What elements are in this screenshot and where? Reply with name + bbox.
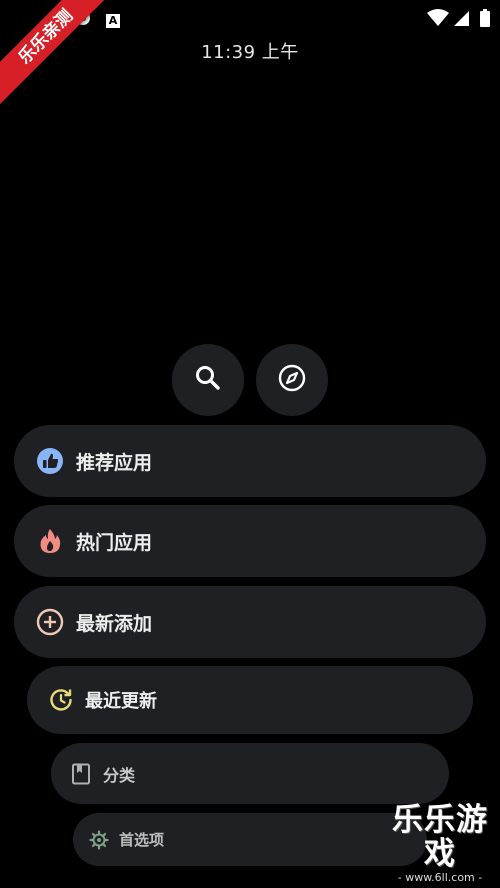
- menu-item-label: 首选项: [119, 831, 165, 849]
- search-button[interactable]: [172, 344, 244, 416]
- menu-item-recent-updates[interactable]: 最近更新: [27, 666, 473, 734]
- clock: 11:39 上午: [201, 42, 299, 63]
- explore-button[interactable]: [256, 344, 328, 416]
- menu-item-label: 热门应用: [76, 531, 153, 554]
- search-icon: [194, 364, 222, 396]
- menu-item-categories[interactable]: 分类: [51, 743, 449, 804]
- refresh-clock-icon: [48, 687, 74, 713]
- thumbs-up-icon: [36, 447, 64, 475]
- menu-item-label: 推荐应用: [76, 451, 153, 474]
- menu-item-label: 分类: [103, 765, 136, 785]
- watermark-url: - www.6ll.com -: [397, 871, 483, 884]
- battery-icon: [480, 9, 490, 31]
- menu-item-recommended[interactable]: 推荐应用: [14, 425, 486, 497]
- book-icon: [71, 763, 91, 785]
- menu-item-label: 最新添加: [76, 612, 153, 635]
- signal-icon: [453, 9, 470, 31]
- fire-icon: [36, 527, 64, 555]
- wifi-icon: [427, 9, 449, 31]
- menu-item-label: 最近更新: [85, 691, 157, 712]
- compass-icon: [277, 363, 307, 397]
- watermark-logo-text: 乐乐游戏: [392, 802, 488, 872]
- plus-circle-icon: [36, 608, 64, 636]
- gear-icon: [89, 829, 109, 850]
- menu-item-newest[interactable]: 最新添加: [14, 586, 486, 658]
- menu-item-popular[interactable]: 热门应用: [14, 505, 486, 577]
- watermark-logo: 乐乐游戏 - www.6ll.com -: [384, 803, 496, 884]
- menu-item-preferences[interactable]: 首选项: [73, 813, 427, 866]
